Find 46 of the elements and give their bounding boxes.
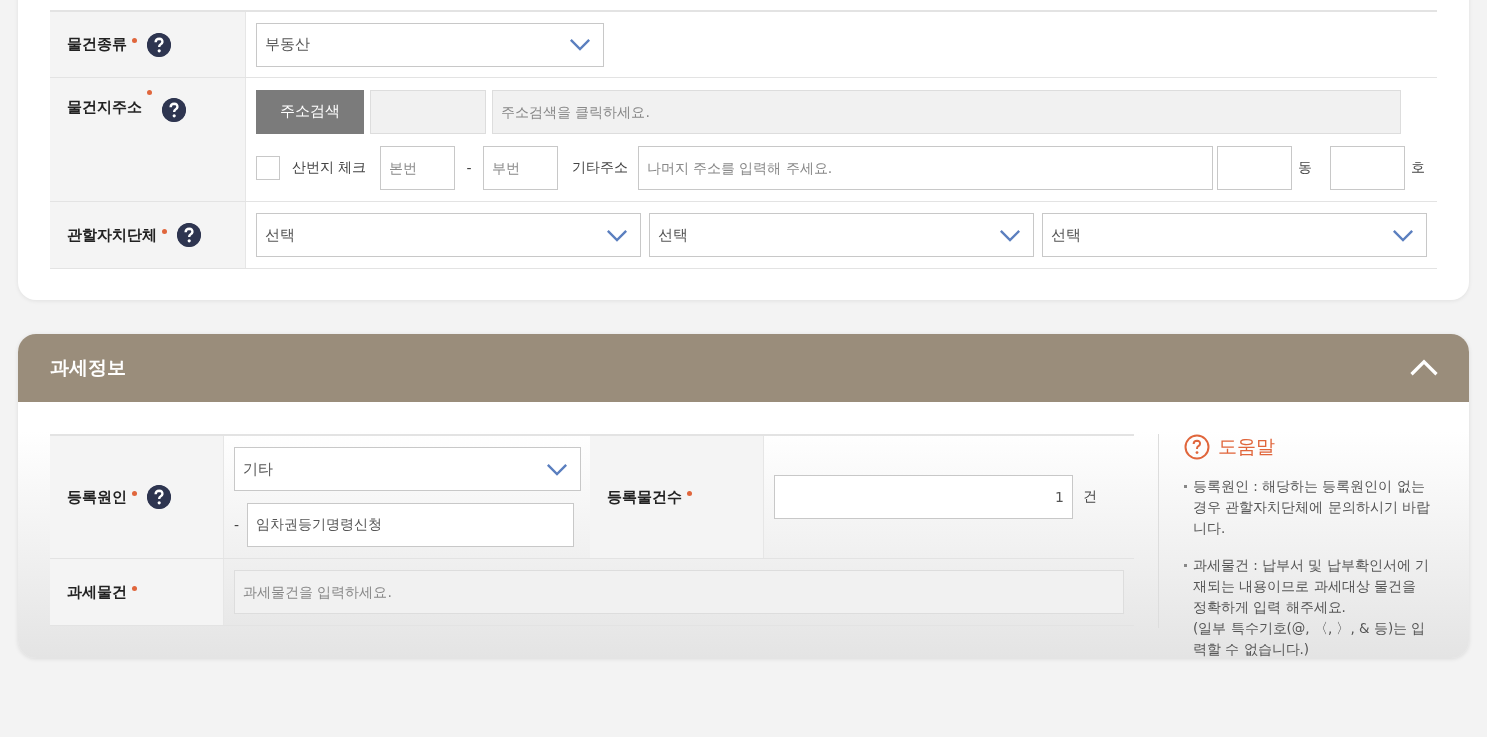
dash-text: - bbox=[466, 159, 472, 176]
select-field[interactable]: 선택 bbox=[649, 213, 1034, 257]
help-icon[interactable] bbox=[162, 98, 186, 122]
chevron-down-icon bbox=[546, 462, 568, 476]
dong-field[interactable] bbox=[1216, 145, 1292, 190]
help-note: (일부 특수기호(@, 〈, 〉, & 등)는 입력할 수 없습니다.) bbox=[1193, 619, 1427, 658]
dash-text: - bbox=[234, 517, 240, 533]
select-field[interactable]: 부동산 bbox=[256, 22, 604, 67]
field-label: 등록물건수 bbox=[607, 487, 682, 507]
help-icon[interactable] bbox=[147, 32, 171, 57]
select-field[interactable]: 선택 bbox=[256, 213, 641, 257]
main-number-field[interactable]: 본번 bbox=[380, 145, 456, 190]
tax-object-field[interactable]: 과세물건을 입력하세요. bbox=[234, 570, 1124, 614]
checkbox-label: 산번지 체크 bbox=[292, 158, 367, 177]
chevron-down-icon bbox=[1392, 228, 1414, 242]
ho-field[interactable] bbox=[1329, 145, 1405, 190]
help-icon bbox=[1184, 434, 1210, 460]
chevron-down-icon bbox=[999, 228, 1021, 242]
field-label: 물건지주소 bbox=[67, 98, 142, 117]
bullet-icon bbox=[1184, 485, 1187, 488]
help-title: 도움말 bbox=[1218, 434, 1275, 459]
field-label: 등록원인 bbox=[67, 487, 127, 507]
help-text: 등록원인 : 해당하는 등록원인이 없는 경우 관할자치단체에 문의하시기 바랍니다. bbox=[1193, 477, 1431, 538]
bullet-icon bbox=[1184, 564, 1187, 567]
chevron-down-icon bbox=[569, 38, 591, 51]
checkbox[interactable] bbox=[256, 155, 280, 180]
field-label: 과세물건 bbox=[67, 582, 127, 602]
other-address-label: 기타주소 bbox=[571, 158, 628, 177]
other-address-field[interactable]: 나머지 주소를 입력해 주세요. bbox=[637, 145, 1213, 190]
help-text: 과세물건 : 납부서 및 납부확인서에 기재되는 내용이므로 과세대상 물건을 정확하게 입력 해주세요. bbox=[1193, 556, 1430, 617]
unit-label: 건 bbox=[1083, 488, 1097, 506]
count-field[interactable]: 1 bbox=[774, 475, 1073, 519]
sub-number-field[interactable]: 부번 bbox=[482, 145, 558, 190]
unit-label: 호 bbox=[1410, 158, 1425, 177]
help-icon[interactable] bbox=[177, 223, 201, 247]
help-icon[interactable] bbox=[147, 485, 171, 509]
select-field[interactable]: 선택 bbox=[1042, 213, 1427, 257]
field-label: 관할자치단체 bbox=[67, 225, 157, 245]
chevron-up-icon[interactable] bbox=[1409, 359, 1439, 377]
unit-label: 동 bbox=[1297, 158, 1312, 177]
panel-title: 과세정보 bbox=[50, 355, 126, 380]
cause-detail-field[interactable]: 임차권등기명령신청 bbox=[247, 503, 575, 547]
address-search-button[interactable]: 주소검색 bbox=[256, 89, 364, 134]
select-field[interactable]: 기타 bbox=[234, 447, 581, 491]
chevron-down-icon bbox=[606, 228, 628, 242]
field-label: 물건종류 bbox=[67, 35, 127, 54]
